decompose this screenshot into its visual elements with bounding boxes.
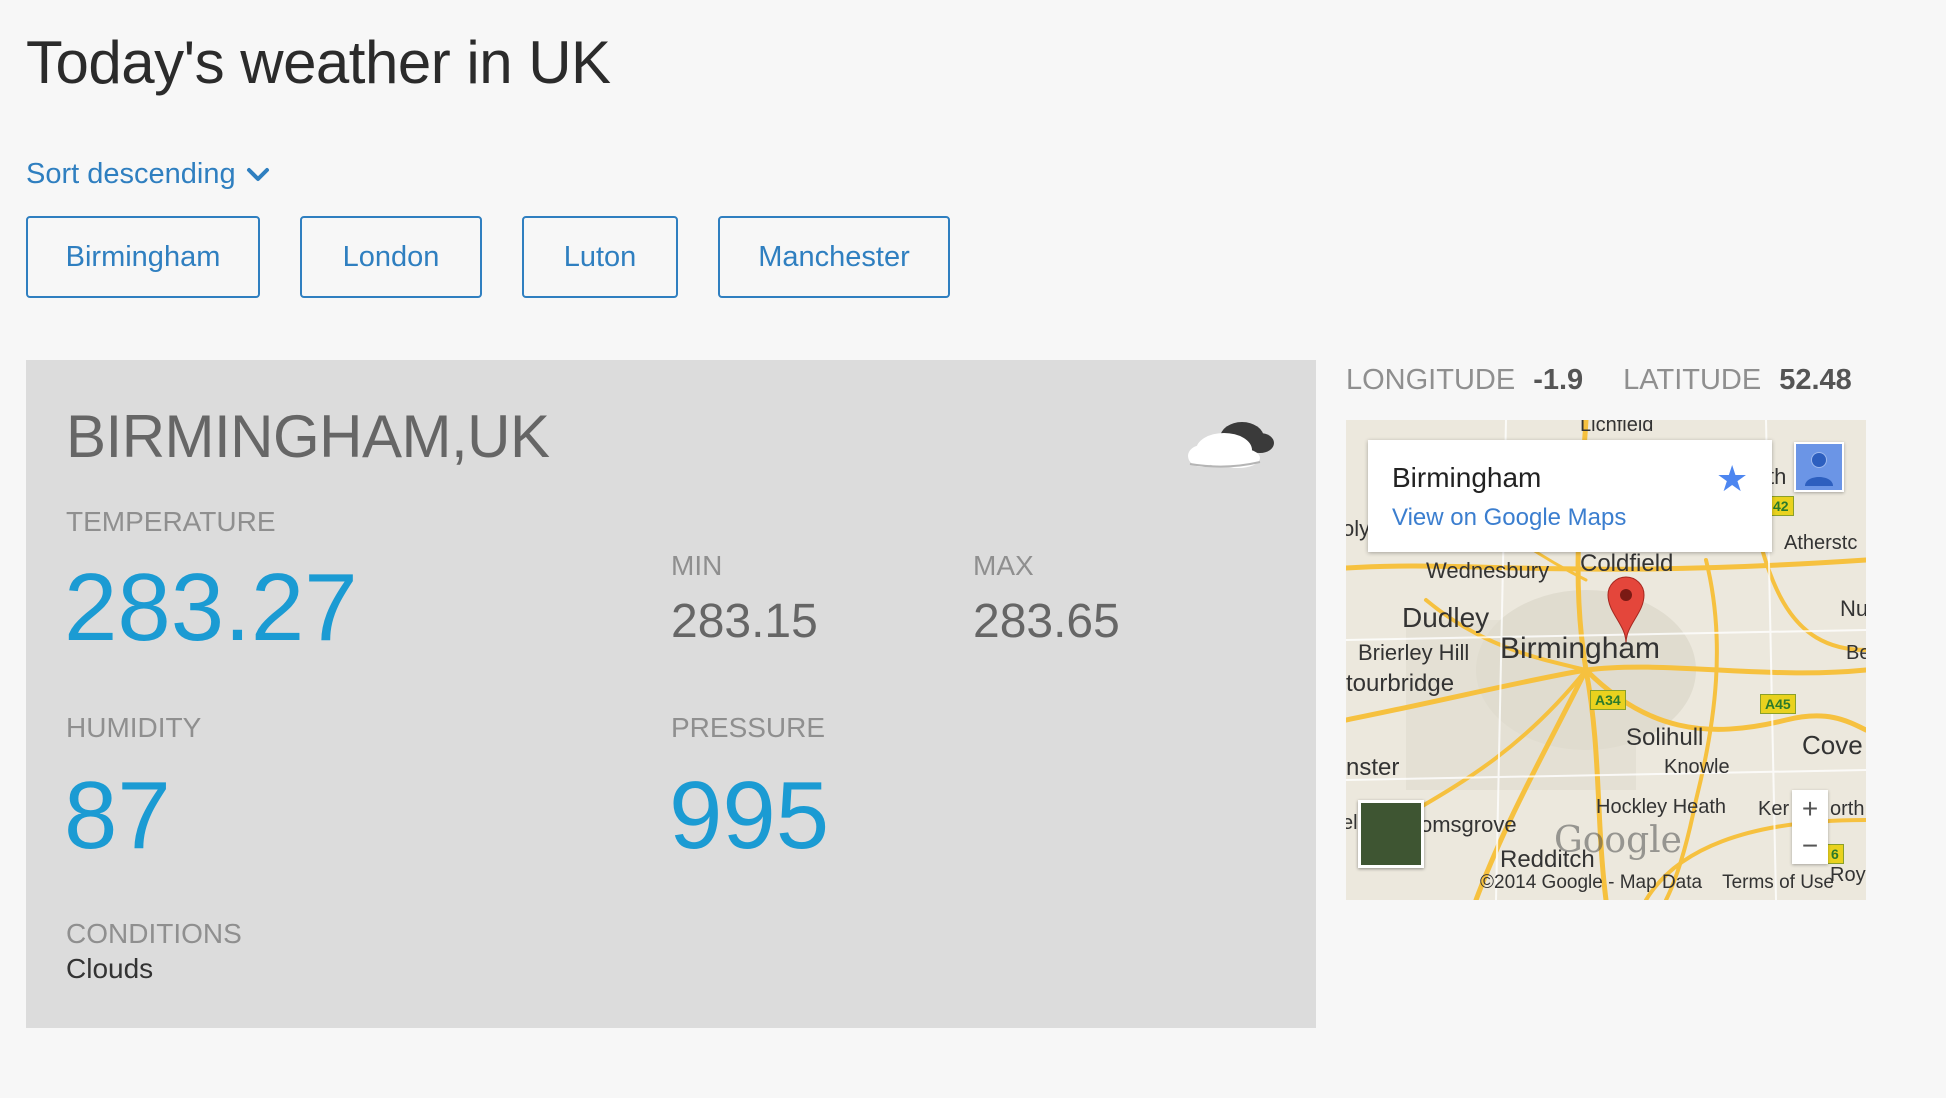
page-title: Today's weather in UK: [26, 29, 611, 96]
min-label: MIN: [671, 550, 723, 581]
map-label-ol: oly: [1346, 516, 1371, 541]
latitude-label: LATITUDE: [1623, 364, 1762, 396]
map-label-knowle: Knowle: [1664, 756, 1730, 778]
map-label-hockley-heath: Hockley Heath: [1596, 796, 1727, 818]
view-on-google-maps-link[interactable]: View on Google Maps: [1392, 504, 1626, 532]
city-button-london[interactable]: London: [300, 216, 482, 298]
longitude-value: -1.9: [1533, 364, 1584, 396]
humidity-label: HUMIDITY: [66, 712, 202, 743]
humidity-value: 87: [64, 762, 171, 869]
map-label-kidderminster: nster: [1346, 754, 1400, 781]
city-button-manchester[interactable]: Manchester: [718, 216, 950, 298]
city-button-birmingham[interactable]: Birmingham: [26, 216, 260, 298]
info-window-title: Birmingham: [1392, 462, 1542, 493]
conditions-label: CONDITIONS: [66, 918, 242, 949]
zoom-in-button[interactable]: +: [1792, 790, 1828, 827]
map-attribution: ©2014 Google - Map Data Terms of Use: [1480, 872, 1834, 894]
temperature-label: TEMPERATURE: [66, 506, 276, 537]
cloud-icon: [1186, 416, 1276, 477]
road-sign-a34: A34: [1590, 690, 1626, 710]
max-value: 283.65: [973, 595, 1120, 648]
map-label-coventry: Cove: [1802, 730, 1863, 760]
map-label-roy: Roy: [1830, 864, 1866, 886]
map-label-birmingham: Birmingham: [1500, 632, 1661, 665]
star-icon[interactable]: ★: [1716, 458, 1748, 500]
satellite-view-toggle[interactable]: [1358, 800, 1424, 868]
map-label-el: el: [1346, 812, 1358, 834]
map-label-bromsgrove: omsgrove: [1420, 812, 1517, 837]
sort-descending-link[interactable]: Sort descending: [26, 158, 270, 191]
map-label-be: Be: [1846, 642, 1866, 664]
min-value: 283.15: [671, 595, 818, 648]
longitude-label: LONGITUDE: [1346, 364, 1516, 396]
map-label-coldfield: Coldfield: [1580, 550, 1674, 577]
city-name: BIRMINGHAM,UK: [66, 403, 550, 470]
sort-label: Sort descending: [26, 158, 236, 190]
map[interactable]: Lichfield oly th Atherstc Wednesbury Col…: [1346, 420, 1866, 900]
map-label-wednesbury: Wednesbury: [1426, 558, 1550, 583]
terms-of-use-link[interactable]: Terms of Use: [1722, 872, 1834, 893]
map-label-solihull: Solihull: [1626, 724, 1704, 751]
street-view-pegman-icon[interactable]: [1794, 442, 1844, 492]
chevron-down-icon: [246, 167, 270, 183]
city-button-luton[interactable]: Luton: [522, 216, 678, 298]
pressure-value: 995: [669, 762, 830, 869]
weather-card: BIRMINGHAM,UK TEMPERATURE 283.27 MIN 283…: [26, 360, 1316, 1028]
latitude-value: 52.48: [1779, 364, 1852, 396]
map-label-kenilworth: Ker: [1758, 798, 1790, 820]
map-label-nuneaton: Nu: [1840, 596, 1866, 621]
map-label-stourbridge: tourbridge: [1346, 670, 1455, 697]
road-sign-6: 6: [1826, 844, 1844, 864]
conditions-value: Clouds: [66, 953, 154, 984]
zoom-out-button[interactable]: −: [1792, 827, 1828, 864]
google-logo: Google: [1554, 820, 1682, 861]
map-data-credit: ©2014 Google - Map Data: [1480, 872, 1703, 893]
temperature-value: 283.27: [64, 554, 358, 661]
map-label-lichfield: Lichfield: [1580, 420, 1654, 436]
max-label: MAX: [973, 550, 1034, 581]
map-info-window: Birmingham View on Google Maps ★: [1368, 440, 1772, 552]
pressure-label: PRESSURE: [671, 712, 826, 743]
map-label-atherstone: Atherstc: [1784, 532, 1858, 554]
road-sign-a45: A45: [1760, 694, 1796, 714]
map-label-brierley-hill: Brierley Hill: [1358, 640, 1470, 665]
zoom-control: + −: [1792, 790, 1828, 864]
map-label-dudley: Dudley: [1402, 602, 1490, 633]
city-buttons: Birmingham London Luton Manchester: [26, 216, 990, 298]
coordinates: LONGITUDE -1.9 LATITUDE 52.48: [1346, 364, 1892, 397]
map-label-north: orth: [1830, 798, 1865, 820]
